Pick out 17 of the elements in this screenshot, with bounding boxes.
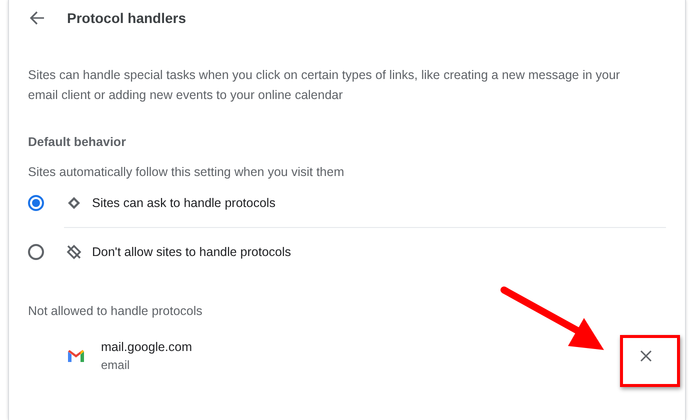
site-name: mail.google.com [101, 340, 192, 354]
blocked-diamond-icon [66, 244, 82, 260]
section-heading: Default behavior [28, 135, 127, 149]
page-title: Protocol handlers [67, 10, 186, 26]
section-subtitle: Sites automatically follow this setting when you visit them [28, 165, 346, 179]
description-text: Sites can handle special tasks when you click on certain types of links, like creating a new message in your email client or adding new events to your online calendar [28, 67, 621, 104]
option-label: Don't allow sites to handle protocols [92, 245, 292, 259]
radio-button[interactable] [28, 244, 44, 260]
highlight-frame [620, 335, 680, 387]
section-heading: Not allowed to handle protocols [28, 304, 204, 318]
option-label: Sites can ask to handle protocols [92, 196, 276, 210]
diamond-arrows-icon [66, 195, 82, 211]
close-icon [640, 350, 652, 362]
mail-logo-icon [68, 350, 84, 362]
back-arrow-icon [29, 10, 45, 26]
radio-button[interactable] [28, 195, 44, 211]
protocol-label: email [101, 358, 131, 372]
